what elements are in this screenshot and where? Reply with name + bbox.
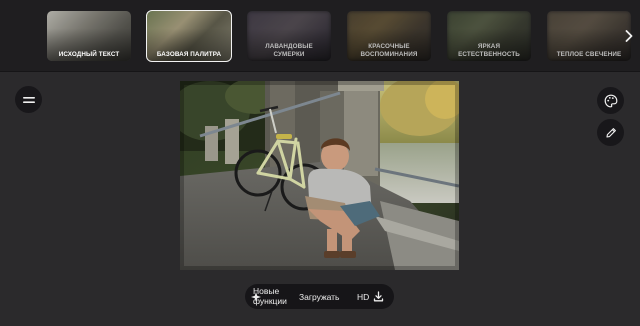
main-photo xyxy=(180,81,459,270)
preset-strip: ИСХОДНЫЙ ТЕКСТ БАЗОВАЯ ПАЛИТРА ЛАВАНДОВЫ… xyxy=(0,0,640,72)
download-icon xyxy=(374,291,384,302)
preset-tile-original[interactable]: ИСХОДНЫЙ ТЕКСТ xyxy=(47,11,131,61)
photo-canvas xyxy=(180,81,459,270)
menu-button[interactable] xyxy=(15,86,42,113)
preset-tile-basic-palette[interactable]: БАЗОВАЯ ПАЛИТРА xyxy=(146,10,232,62)
pencil-icon xyxy=(605,127,616,138)
bottom-toolbar: Новые функции Загружать HD xyxy=(245,284,394,309)
new-features-label: Новые функции xyxy=(253,286,287,306)
preset-label: ЛАВАНДОВЫЕ СУМЕРКИ xyxy=(265,43,313,58)
preset-label: КРАСОЧНЫЕ ВОСПОМИНАНИЯ xyxy=(360,43,418,58)
chevron-right-icon xyxy=(625,30,633,42)
preset-tile-colorful-memories[interactable]: КРАСОЧНЫЕ ВОСПОМИНАНИЯ xyxy=(347,11,431,61)
menu-icon xyxy=(22,96,35,103)
edit-button[interactable] xyxy=(597,119,624,146)
hd-label: HD xyxy=(357,291,370,302)
new-features-button[interactable]: Новые функции xyxy=(245,284,293,309)
next-presets-button[interactable] xyxy=(618,18,640,54)
palette-button[interactable] xyxy=(597,87,624,114)
load-button[interactable]: Загружать xyxy=(299,284,340,309)
palette-icon xyxy=(604,94,617,107)
hd-download-button[interactable]: HD xyxy=(357,284,384,309)
preset-tile-lavender-dusk[interactable]: ЛАВАНДОВЫЕ СУМЕРКИ xyxy=(247,11,331,61)
preset-label: ЯРКАЯ ЕСТЕСТВЕННОСТЬ xyxy=(458,43,520,58)
preset-label: ИСХОДНЫЙ ТЕКСТ xyxy=(58,50,120,58)
preset-tile-bright-naturalness[interactable]: ЯРКАЯ ЕСТЕСТВЕННОСТЬ xyxy=(447,11,531,61)
preset-label: БАЗОВАЯ ПАЛИТРА xyxy=(156,50,222,58)
load-label: Загружать xyxy=(299,291,340,302)
